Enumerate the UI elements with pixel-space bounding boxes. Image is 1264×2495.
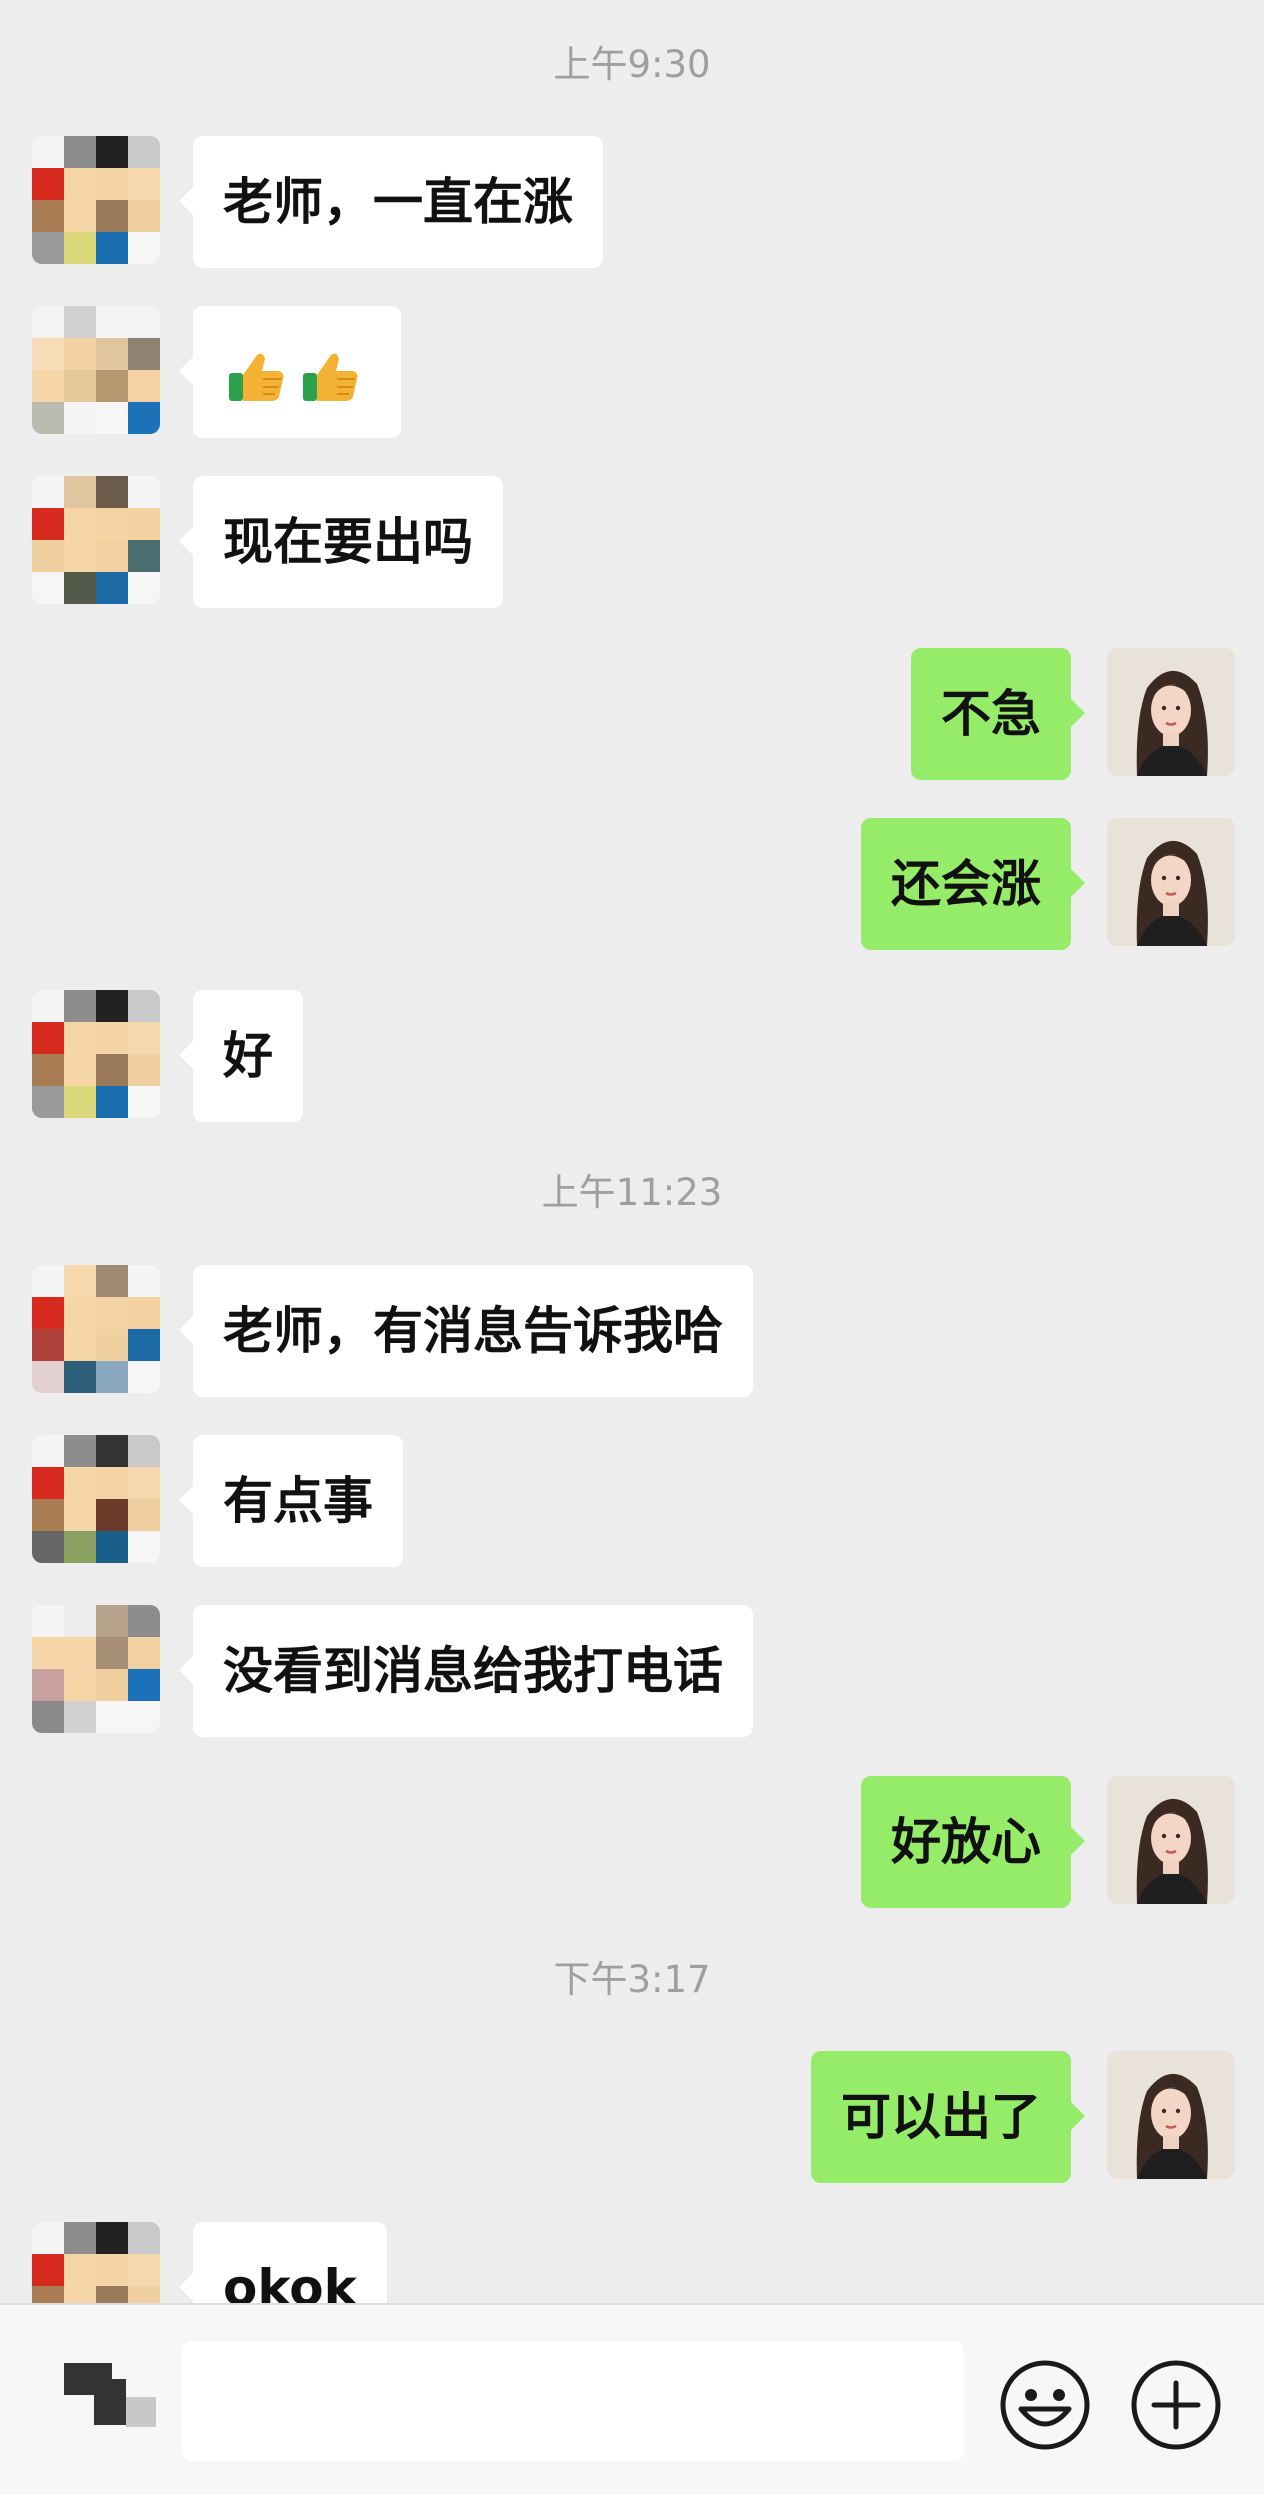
contact-avatar[interactable]: [32, 2222, 160, 2303]
message-bubble[interactable]: 没看到消息给我打电话: [179, 1605, 753, 1737]
message-bubble[interactable]: 可以出了: [811, 2051, 1085, 2183]
contact-avatar[interactable]: [32, 476, 160, 604]
message-bubble[interactable]: 不急: [911, 648, 1085, 780]
message-bubble[interactable]: [179, 306, 401, 438]
contact-avatar[interactable]: [32, 136, 160, 264]
timestamp: 上午11:23: [541, 1171, 723, 1214]
self-avatar[interactable]: [1107, 2051, 1235, 2179]
self-avatar[interactable]: [1107, 818, 1235, 946]
self-avatar[interactable]: [1107, 1776, 1235, 1904]
plus-icon[interactable]: [1128, 2357, 1224, 2453]
message-input[interactable]: [182, 2341, 964, 2461]
contact-avatar[interactable]: [32, 1435, 160, 1563]
self-avatar[interactable]: [1107, 648, 1235, 776]
contact-avatar[interactable]: [32, 306, 160, 434]
contact-avatar[interactable]: [32, 1605, 160, 1733]
timestamp: 下午3:17: [553, 1958, 711, 2001]
message-bubble[interactable]: 好放心: [861, 1776, 1085, 1908]
thumbs-up-icon: [303, 353, 358, 401]
emoji-icon[interactable]: [997, 2357, 1093, 2453]
message-bubble[interactable]: 老师，有消息告诉我哈: [179, 1265, 753, 1397]
message-bubble[interactable]: 好: [179, 990, 303, 1122]
input-bar: [0, 2303, 1264, 2495]
chat-history[interactable]: 上午9:30 老师，一直在涨 现在要出吗 不急 还会涨 好 上午11:23 老师…: [0, 0, 1264, 2303]
message-bubble[interactable]: 老师，一直在涨: [179, 136, 603, 268]
contact-avatar[interactable]: [32, 990, 160, 1118]
voice-toggle-icon[interactable]: [60, 2359, 160, 2431]
contact-avatar[interactable]: [32, 1265, 160, 1393]
thumbs-up-icon: [229, 353, 284, 401]
message-bubble[interactable]: 有点事: [179, 1435, 403, 1567]
message-bubble[interactable]: okok: [179, 2222, 387, 2303]
timestamp: 上午9:30: [553, 43, 711, 86]
message-bubble[interactable]: 还会涨: [861, 818, 1085, 950]
message-bubble[interactable]: 现在要出吗: [179, 476, 503, 608]
